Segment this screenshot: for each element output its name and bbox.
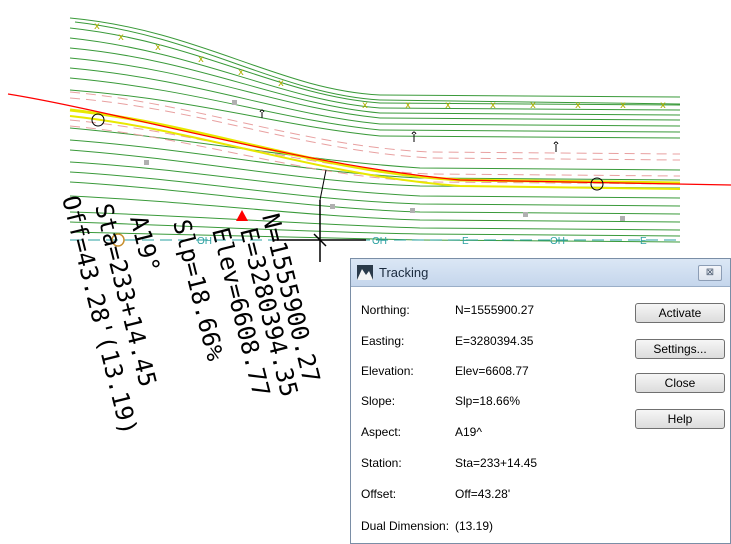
- svg-text:x: x: [530, 100, 536, 111]
- field-value: E=3280394.35: [455, 334, 534, 348]
- svg-text:x: x: [405, 100, 411, 111]
- svg-text:x: x: [278, 78, 284, 89]
- field-label: Northing:: [361, 303, 410, 317]
- activate-button[interactable]: Activate: [635, 303, 725, 323]
- dialog-title: Tracking: [379, 265, 429, 280]
- svg-text:x: x: [575, 100, 581, 111]
- field-label: Slope:: [361, 394, 396, 408]
- svg-text:x: x: [198, 54, 204, 65]
- elevation-triangle-marker: [236, 210, 248, 221]
- svg-text:x: x: [155, 42, 161, 53]
- close-icon[interactable]: ⊠: [698, 265, 722, 281]
- field-label: Station:: [361, 456, 402, 470]
- utility-label-oh: OH: [372, 236, 387, 247]
- field-label: Easting:: [361, 334, 405, 348]
- field-value: Off=43.28': [455, 487, 511, 501]
- field-value: N=1555900.27: [455, 303, 535, 317]
- svg-text:x: x: [94, 21, 100, 32]
- field-label: Elevation:: [361, 364, 414, 378]
- help-button[interactable]: Help: [635, 409, 725, 429]
- svg-text:x: x: [118, 32, 124, 43]
- settings-button[interactable]: Settings...: [635, 339, 725, 359]
- field-label: Offset:: [361, 487, 397, 501]
- mountain-icon: [357, 265, 373, 280]
- svg-text:x: x: [445, 100, 451, 111]
- utility-label-e: E: [640, 236, 647, 247]
- tracking-dialog[interactable]: Tracking ⊠ Northing: N=1555900.27 Eastin…: [350, 258, 731, 544]
- drawing-readout-labels: N=1555900.27 E=3280394.35 Elev=6608.77 S…: [56, 193, 325, 438]
- edge-of-pavement-line: [69, 108, 681, 185]
- field-value: Sta=233+14.45: [455, 456, 538, 470]
- utility-label-oh: OH: [550, 236, 565, 247]
- field-label: Dual Dimension:: [361, 519, 450, 533]
- svg-text:x: x: [238, 67, 244, 78]
- svg-text:x: x: [362, 100, 368, 111]
- svg-text:x: x: [620, 100, 626, 111]
- svg-text:x: x: [660, 100, 666, 111]
- dialog-titlebar[interactable]: Tracking ⊠: [351, 259, 730, 287]
- field-value: A19^: [455, 425, 482, 439]
- svg-text:x: x: [490, 100, 496, 111]
- field-label: Aspect:: [361, 425, 402, 439]
- field-value: (13.19): [455, 519, 494, 533]
- close-button[interactable]: Close: [635, 373, 725, 393]
- fence-markers: x x x x x x x x x x x x x x: [94, 21, 666, 111]
- utility-label-e: E: [462, 236, 469, 247]
- field-value: Elev=6608.77: [455, 364, 529, 378]
- field-value: Slp=18.66%: [455, 394, 521, 408]
